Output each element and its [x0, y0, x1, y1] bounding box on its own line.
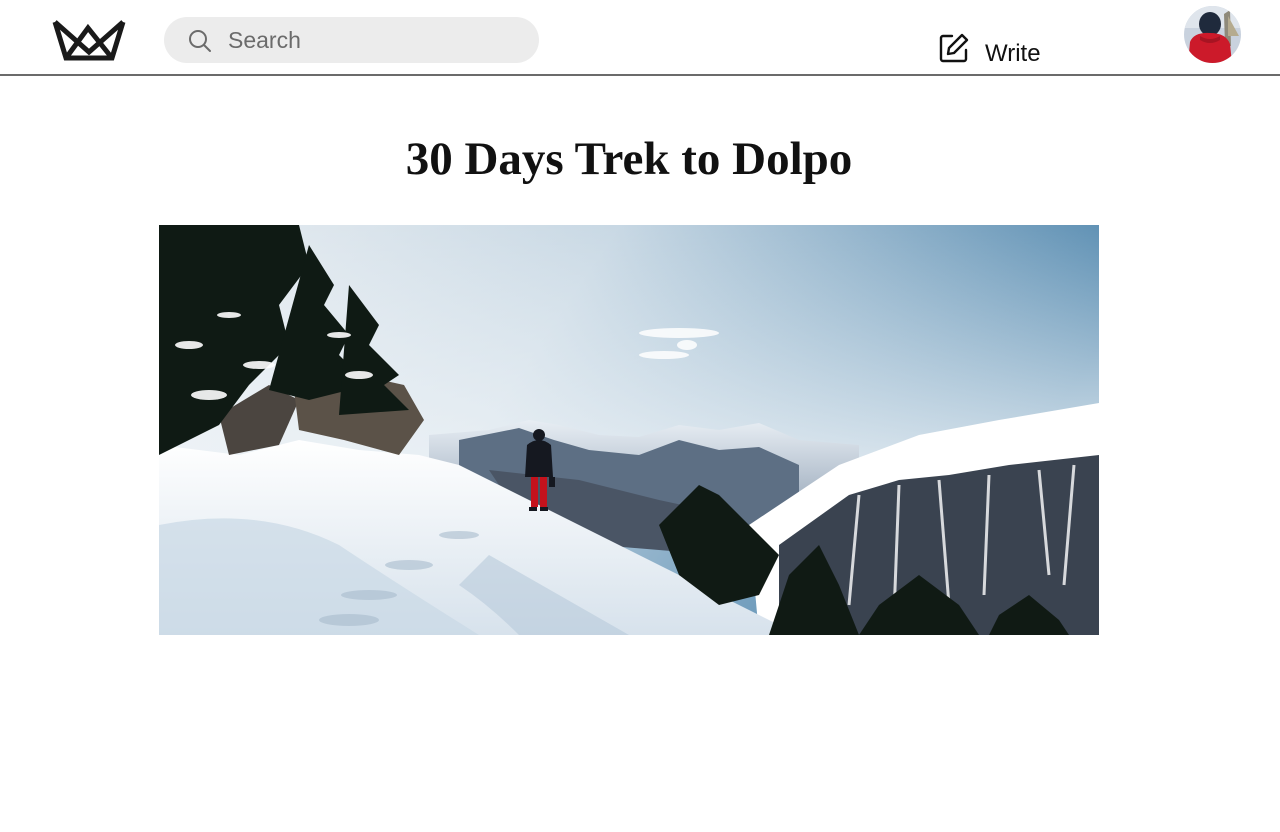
user-avatar[interactable]	[1184, 6, 1241, 63]
article-hero-image	[159, 225, 1099, 635]
pencil-square-icon	[938, 32, 970, 64]
write-button[interactable]: Write	[938, 30, 1041, 67]
search-bar[interactable]	[164, 17, 539, 63]
article-title: 30 Days Trek to Dolpo	[405, 133, 853, 185]
crown-logo-icon[interactable]	[52, 18, 126, 62]
top-navbar: Write	[0, 0, 1280, 76]
search-icon	[188, 29, 212, 53]
search-input[interactable]	[228, 17, 518, 63]
write-label: Write	[985, 40, 1041, 67]
